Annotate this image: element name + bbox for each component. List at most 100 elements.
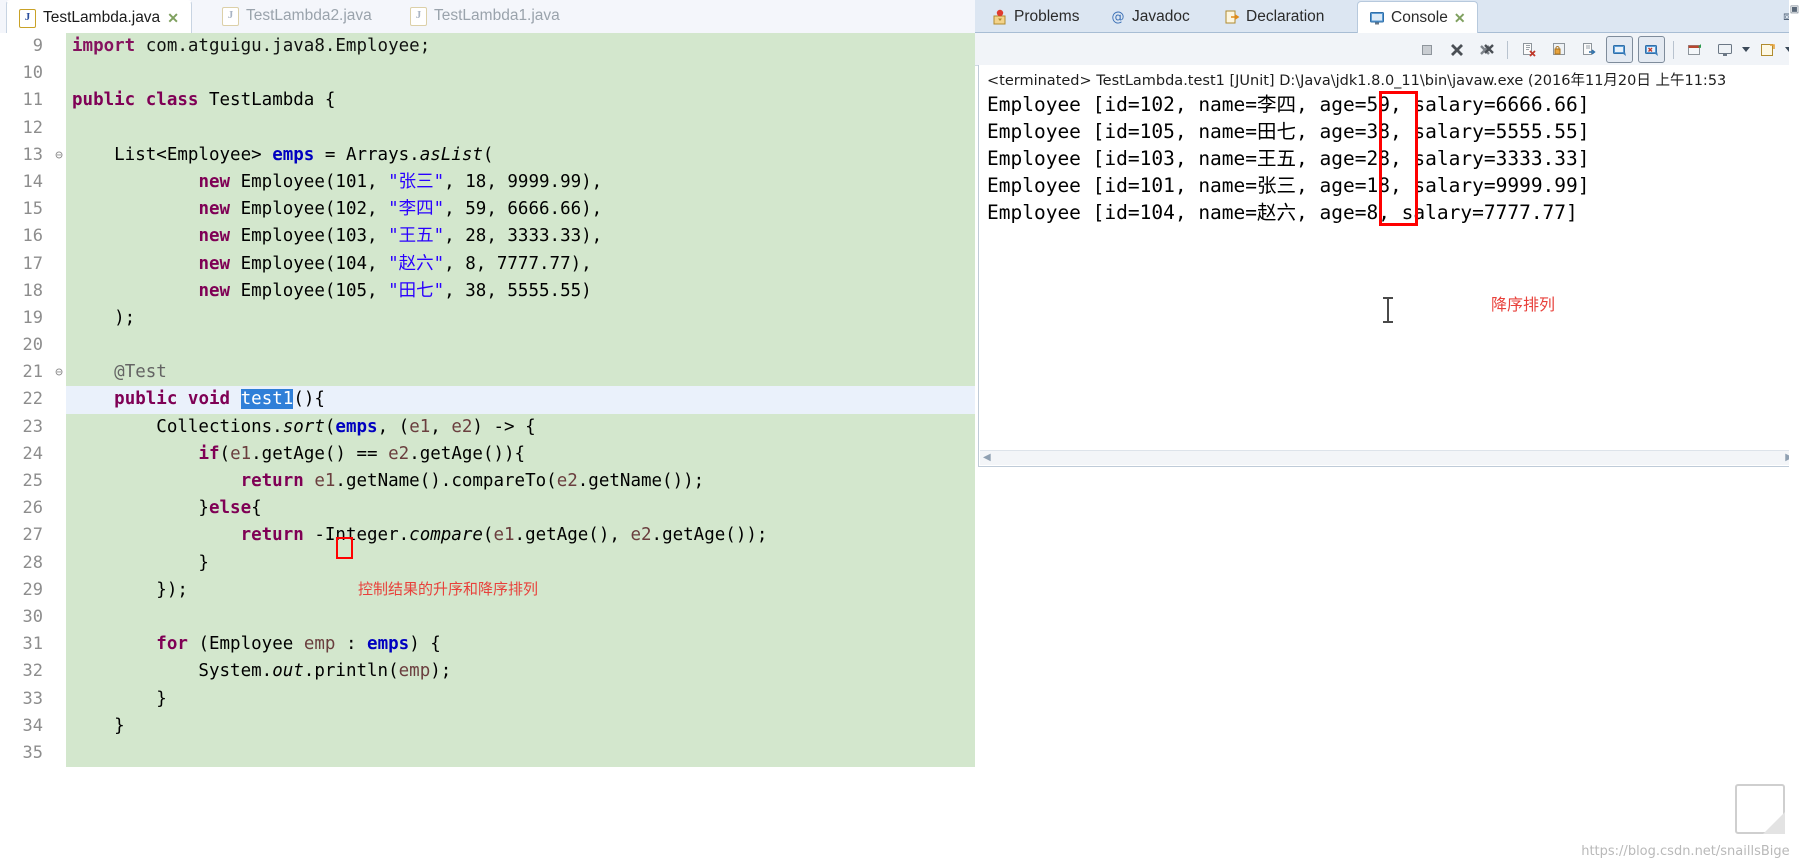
word-wrap-button[interactable] — [1576, 37, 1601, 62]
code-line[interactable]: 15 new Employee(102, "李四", 59, 6666.66), — [0, 196, 975, 224]
code-line[interactable]: 22 public void test1(){ — [0, 386, 975, 414]
code-line-text — [66, 740, 975, 767]
code-line-text: new Employee(104, "赵六", 8, 7777.77), — [198, 253, 592, 274]
scroll-left-icon[interactable]: ◀ — [983, 453, 991, 463]
code-line-text: public class TestLambda { — [72, 90, 336, 111]
code-line-text: new Employee(105, "田七", 38, 5555.55) — [198, 280, 592, 301]
line-number: 19 — [0, 304, 52, 333]
code-line[interactable]: 9 import com.atguigu.java8.Employee; — [0, 33, 975, 61]
console-pane: Problems @ Javadoc Declaration Console ✕… — [975, 0, 1801, 862]
code-editor[interactable]: 9 import com.atguigu.java8.Employee; 10 11 p… — [0, 33, 975, 862]
console-icon — [1370, 11, 1384, 24]
scroll-lock-button[interactable] — [1546, 37, 1571, 62]
fold-spacer — [52, 277, 66, 305]
code-line[interactable]: 28 } — [0, 549, 975, 577]
remove-launch-button[interactable] — [1444, 37, 1469, 62]
remove-all-terminated-button[interactable] — [1474, 37, 1499, 62]
fold-spacer — [52, 440, 66, 468]
tab-label: Problems — [1014, 8, 1080, 25]
code-line-text — [66, 115, 975, 142]
editor-tab-testlambda2[interactable]: TestLambda2.java — [210, 0, 384, 32]
code-line[interactable]: 19 ); — [0, 304, 975, 333]
tab-declaration[interactable]: Declaration — [1213, 2, 1335, 32]
code-line[interactable]: 24 if(e1.getAge() == e2.getAge()){ — [0, 440, 975, 468]
line-number: 35 — [0, 739, 52, 768]
code-line[interactable]: 12 — [0, 114, 975, 142]
editor-pane: TestLambda.java ✕ TestLambda2.java TestL… — [0, 0, 975, 862]
code-area[interactable]: 9 import com.atguigu.java8.Employee; 10 11 p… — [0, 33, 975, 862]
close-icon[interactable]: ✕ — [1454, 11, 1466, 25]
show-console-on-output-button[interactable] — [1606, 36, 1633, 63]
remove-icon — [1450, 43, 1463, 56]
line-number: 24 — [0, 440, 52, 468]
minus-sign-highlight-box — [336, 537, 353, 559]
code-line[interactable]: 34 } — [0, 712, 975, 740]
line-number: 14 — [0, 168, 52, 197]
code-line-text: return -Integer.compare(e1.getAge(), e2.… — [240, 525, 768, 546]
fold-spacer — [52, 33, 66, 61]
tab-console[interactable]: Console ✕ — [1357, 1, 1478, 34]
tab-javadoc[interactable]: @ Javadoc — [1099, 2, 1201, 32]
fold-spacer — [52, 168, 66, 197]
close-icon[interactable]: ✕ — [167, 11, 179, 25]
code-line-text: } — [72, 688, 167, 709]
code-lines[interactable]: 9 import com.atguigu.java8.Employee; 10 11 p… — [0, 33, 975, 862]
code-line[interactable]: 13 ⊖ List<Employee> emps = Arrays.asList( — [0, 141, 975, 169]
code-line[interactable]: 10 — [0, 60, 975, 88]
fold-spacer — [52, 631, 66, 659]
editor-tab-testlambda1[interactable]: TestLambda1.java — [398, 0, 572, 32]
line-number: 21 — [0, 359, 52, 387]
fold-spacer — [52, 658, 66, 686]
code-line[interactable]: 33 } — [0, 685, 975, 713]
code-line[interactable]: 11 public class TestLambda { — [0, 87, 975, 115]
tab-problems[interactable]: Problems — [981, 2, 1090, 32]
code-empty-area[interactable] — [0, 767, 975, 862]
java-file-icon — [222, 6, 239, 26]
code-line-text: Collections.sort(emps, (e1, e2) -> { — [72, 416, 536, 437]
clear-icon — [1522, 42, 1536, 57]
clear-console-button[interactable] — [1516, 37, 1541, 62]
code-line[interactable]: 21 ⊖ @Test — [0, 359, 975, 387]
chevron-down-icon[interactable] — [1742, 47, 1750, 52]
code-line[interactable]: 30 — [0, 603, 975, 632]
code-line[interactable]: 23 Collections.sort(emps, (e1, e2) -> { — [0, 413, 975, 441]
restore-icon[interactable]: ▣ — [1789, 4, 1800, 15]
line-number: 25 — [0, 468, 52, 496]
fold-spacer — [52, 712, 66, 740]
display-selected-console-button[interactable] — [1712, 37, 1737, 62]
console-error-icon — [1644, 44, 1658, 56]
console-output-area[interactable]: <terminated> TestLambda.test1 [JUnit] D:… — [978, 65, 1798, 467]
fold-spacer — [52, 60, 66, 88]
fold-spacer — [52, 250, 66, 278]
page-curl-decoration — [1735, 784, 1785, 834]
code-line[interactable]: 17 new Employee(104, "赵六", 8, 7777.77), — [0, 250, 975, 278]
code-line-text: ); — [72, 307, 136, 328]
code-line[interactable]: 35 — [0, 739, 975, 768]
code-line[interactable]: 32 System.out.println(emp); — [0, 658, 975, 686]
tab-label: Console — [1391, 8, 1448, 26]
code-annotation-text: 控制结果的升序和降序排列 — [358, 580, 539, 598]
console-output-icon — [1612, 44, 1626, 56]
editor-tab-testlambda[interactable]: TestLambda.java ✕ — [6, 0, 192, 35]
code-line[interactable]: 25 return e1.getName().compareTo(e2.getN… — [0, 468, 975, 496]
line-number: 30 — [0, 603, 52, 632]
code-line[interactable]: 20 — [0, 332, 975, 360]
fold-spacer — [52, 196, 66, 224]
open-console-button[interactable] — [1755, 37, 1780, 62]
console-toolbar-buttons — [1414, 36, 1793, 63]
code-line[interactable]: 16 new Employee(103, "王五", 28, 3333.33), — [0, 223, 975, 251]
console-horizontal-scrollbar[interactable]: ◀ ▶ — [980, 450, 1796, 465]
code-line[interactable]: 14 new Employee(101, "张三", 18, 9999.99), — [0, 168, 975, 197]
code-line[interactable]: 26 }else{ — [0, 495, 975, 523]
code-line[interactable]: 31 for (Employee emp : emps) { — [0, 631, 975, 659]
show-console-on-error-button[interactable] — [1638, 36, 1665, 63]
fold-toggle-icon[interactable]: ⊖ — [52, 359, 66, 387]
editor-tab-label: TestLambda2.java — [246, 7, 372, 24]
code-line[interactable]: 18 new Employee(105, "田七", 38, 5555.55) — [0, 277, 975, 305]
editor-tab-label: TestLambda1.java — [434, 7, 560, 24]
terminate-button[interactable] — [1414, 37, 1439, 62]
code-line[interactable]: 27 return -Integer.compare(e1.getAge(), … — [0, 522, 975, 550]
declaration-icon — [1225, 10, 1240, 24]
fold-toggle-icon[interactable]: ⊖ — [52, 141, 66, 169]
pin-console-button[interactable] — [1682, 37, 1707, 62]
